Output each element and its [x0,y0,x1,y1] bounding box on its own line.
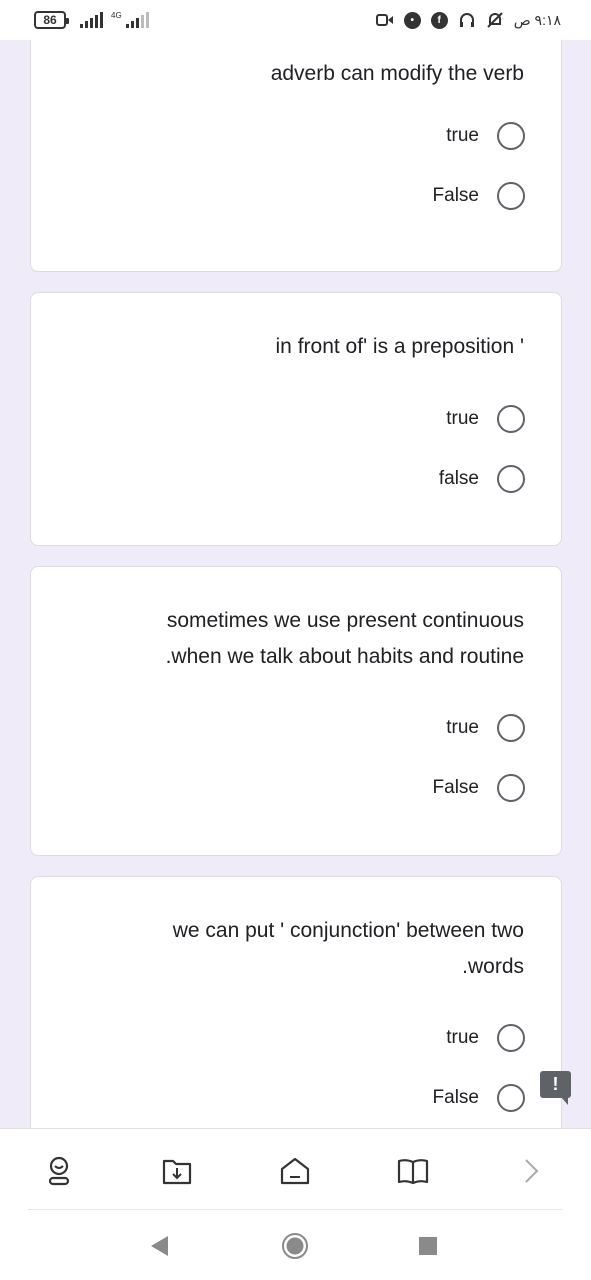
signal-2-icon [125,12,149,28]
system-navigation-bar [0,1210,591,1280]
option-label: true [446,408,479,429]
option-label: true [446,717,479,738]
question-line: we can put ' conjunction' between two [172,919,524,942]
chevron-right-icon[interactable] [511,1151,551,1191]
form-content[interactable]: adverb can modify the verb true False in… [0,40,591,1128]
radio-button[interactable] [497,1024,525,1052]
clock: ٩:١٨ ص [513,11,561,28]
option-true[interactable]: true [446,713,525,743]
bottom-toolbar [0,1128,591,1210]
question-line: sometimes we use present continuous [166,609,524,632]
radio-button[interactable] [497,1084,525,1112]
question-card: sometimes we use present continuous .whe… [30,566,562,856]
info-icon: • [403,11,421,29]
question-text: in front of' is a preposition ' [275,335,524,358]
video-icon [375,11,394,29]
user-icon[interactable] [39,1151,79,1191]
option-label: false [438,468,479,489]
option-false[interactable]: False [433,181,525,211]
option-false[interactable]: False [433,1083,525,1113]
headset-icon [458,11,476,29]
battery-indicator: 86 [34,11,69,29]
question-line: .when we talk about habits and routine [165,645,524,668]
signal-icon [80,12,103,28]
question-card: adverb can modify the verb true False [30,40,562,272]
option-true[interactable]: true [446,121,525,151]
network-type-label: 4G [111,11,122,20]
option-label: False [432,185,479,206]
question-text: adverb can modify the verb [270,62,524,85]
mute-icon [486,11,504,29]
download-folder-icon[interactable] [157,1151,197,1191]
radio-button[interactable] [497,182,525,210]
question-text: sometimes we use present continuous .whe… [64,603,524,675]
option-label: False [432,777,479,798]
option-false[interactable]: False [433,773,525,803]
recents-icon[interactable] [410,1228,446,1264]
radio-button[interactable] [497,122,525,150]
report-problem-button[interactable]: ! [540,1071,571,1105]
question-line: .words [462,955,524,978]
book-icon[interactable] [393,1151,433,1191]
status-right: • f ٩:١٨ ص [375,11,561,29]
option-label: true [446,125,479,146]
question-text: we can put ' conjunction' between two .w… [64,913,524,985]
radio-button[interactable] [497,405,525,433]
back-icon[interactable] [141,1228,177,1264]
screen: 86 4G • f ٩:١٨ ص adverb can modify the v… [0,0,591,1280]
radio-button[interactable] [497,714,525,742]
status-bar: 86 4G • f ٩:١٨ ص [0,0,591,40]
facebook-icon: f [430,11,448,29]
option-true[interactable]: true [446,1023,525,1053]
home-circle-icon[interactable] [277,1228,313,1264]
option-label: False [432,1087,479,1108]
status-left: 86 4G [34,11,149,29]
radio-button[interactable] [497,774,525,802]
radio-button[interactable] [497,465,525,493]
option-false[interactable]: false [439,464,525,494]
question-card: in front of' is a preposition ' true fal… [30,292,562,546]
home-icon[interactable] [275,1151,315,1191]
question-card: we can put ' conjunction' between two .w… [30,876,562,1128]
option-true[interactable]: true [446,404,525,434]
option-label: true [446,1027,479,1048]
